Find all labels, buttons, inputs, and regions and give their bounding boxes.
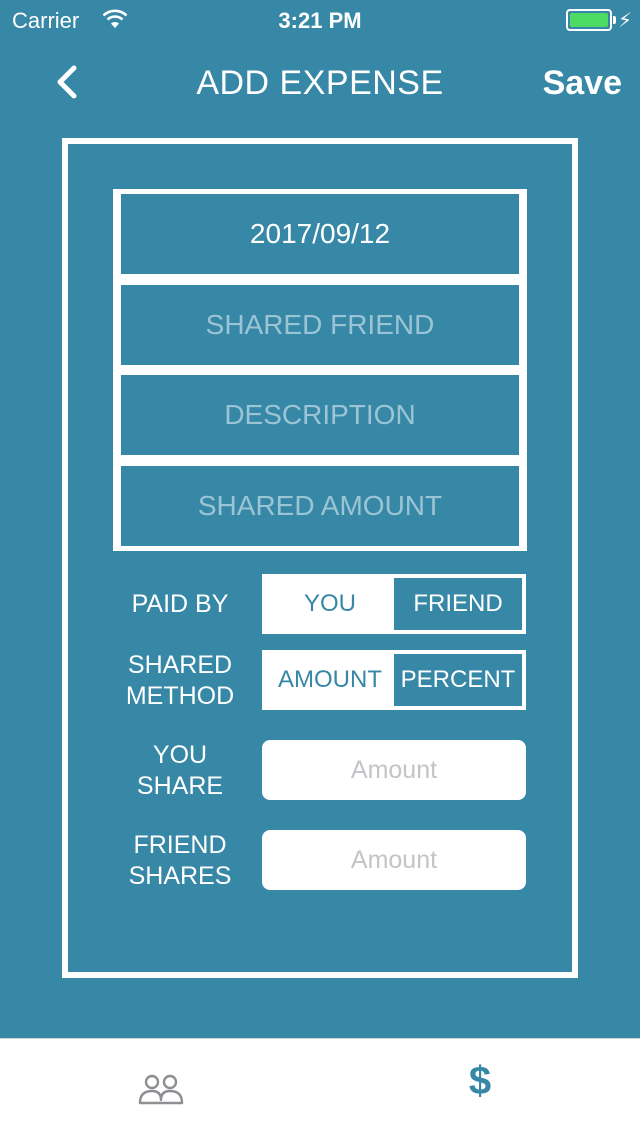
shared-method-amount-option[interactable]: AMOUNT: [266, 654, 394, 706]
charging-bolt-icon: ⚡: [618, 10, 633, 32]
paid-by-friend-option[interactable]: FRIEND: [394, 578, 522, 630]
tab-expenses[interactable]: $: [320, 1039, 640, 1136]
tab-bar: $: [0, 1038, 640, 1136]
battery-icon: ⚡: [566, 9, 632, 32]
friend-shares-input[interactable]: [262, 830, 526, 890]
description-field[interactable]: DESCRIPTION: [118, 375, 522, 456]
friend-shares-label-line1: FRIEND: [133, 831, 227, 859]
paid-by-you-option[interactable]: YOU: [266, 578, 394, 630]
friend-shares-label-line2: SHARES: [128, 862, 232, 890]
dollar-icon: $: [468, 1059, 492, 1103]
shared-method-percent-option[interactable]: PERCENT: [394, 654, 522, 706]
you-share-label-line1: YOU: [152, 741, 208, 769]
shared-friend-field[interactable]: SHARED FRIEND: [118, 284, 522, 365]
you-share-label-line2: SHARE: [136, 772, 224, 800]
status-bar: Carrier 3:21 PM ⚡: [0, 0, 640, 40]
shared-method-label-line2: METHOD: [125, 682, 235, 710]
paid-by-label: PAID BY: [100, 589, 260, 620]
friends-icon: [138, 1074, 184, 1105]
friend-shares-label: FRIEND SHARES: [100, 830, 260, 892]
date-field[interactable]: 2017/09/12: [118, 194, 522, 274]
paid-by-segmented-control: YOU FRIEND: [262, 574, 526, 634]
you-share-label: YOU SHARE: [100, 740, 260, 802]
shared-method-segmented-control: AMOUNT PERCENT: [262, 650, 526, 710]
paid-by-label-text: PAID BY: [131, 590, 229, 618]
shared-method-label-line1: SHARED: [127, 651, 233, 679]
nav-bar: ADD EXPENSE Save: [0, 40, 640, 128]
shared-method-label: SHARED METHOD: [100, 650, 260, 712]
status-time: 3:21 PM: [278, 8, 362, 33]
tab-friends[interactable]: [0, 1039, 320, 1136]
save-button[interactable]: Save: [543, 64, 622, 103]
you-share-input[interactable]: [262, 740, 526, 800]
expense-fields: 2017/09/12 SHARED FRIEND DESCRIPTION SHA…: [113, 189, 527, 551]
shared-amount-field[interactable]: SHARED AMOUNT: [118, 465, 522, 546]
